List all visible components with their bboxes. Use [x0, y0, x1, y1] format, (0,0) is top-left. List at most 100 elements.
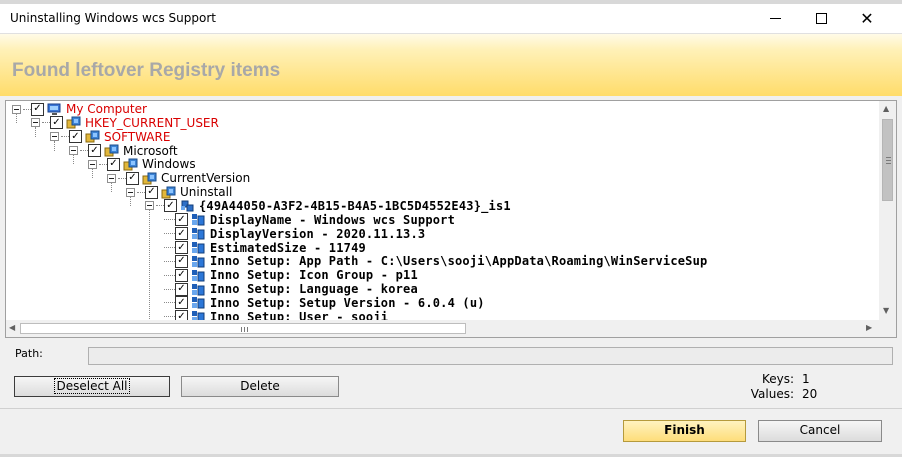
- tree-connector: [61, 136, 69, 138]
- collapse-icon[interactable]: [31, 118, 40, 128]
- registry-folder-icon: [123, 158, 138, 171]
- collapse-icon[interactable]: [12, 104, 21, 114]
- collapse-icon[interactable]: [69, 146, 78, 156]
- computer-icon: [47, 103, 62, 116]
- tree-connector: [42, 122, 50, 124]
- tree-connector: [164, 219, 175, 221]
- path-label: Path:: [15, 347, 43, 360]
- tree-node-label: {49A44050-A3F2-4B15-B4A5-1BC5D4552E43}_i…: [199, 198, 511, 213]
- tree-node-checkbox[interactable]: ✓: [50, 116, 63, 130]
- tree-guide-line: [149, 209, 150, 320]
- registry-value-icon: [191, 241, 206, 254]
- deselect-all-button[interactable]: Deselect All: [14, 376, 170, 397]
- tree-node-label: EstimatedSize - 11749: [210, 240, 366, 255]
- finish-button[interactable]: Finish: [623, 420, 746, 442]
- registry-folder-icon: [142, 172, 157, 185]
- tree-node[interactable]: ✓ Microsoft: [69, 144, 178, 158]
- tree-node[interactable]: ✓ Inno Setup: User - sooji: [164, 310, 388, 320]
- tree-connector: [23, 108, 31, 110]
- tree-node-checkbox[interactable]: ✓: [69, 130, 82, 144]
- tree-connector: [164, 288, 175, 290]
- tree-connector: [80, 150, 88, 152]
- tree-node-checkbox[interactable]: ✓: [175, 227, 188, 241]
- scroll-up-icon[interactable]: ▲: [883, 104, 889, 113]
- tree-node-checkbox[interactable]: ✓: [31, 102, 44, 116]
- registry-value-icon: [191, 269, 206, 282]
- header-banner: Found leftover Registry items: [0, 34, 902, 96]
- tree-node-checkbox[interactable]: ✓: [175, 282, 188, 296]
- tree-node-checkbox[interactable]: ✓: [145, 185, 158, 199]
- tree-node[interactable]: ✓ Inno Setup: Icon Group - p11: [164, 268, 418, 282]
- horizontal-scrollbar[interactable]: ◀ ▶: [6, 320, 879, 337]
- tree-connector: [164, 260, 175, 262]
- keys-label: Keys:: [761, 372, 794, 386]
- registry-folder-icon: [85, 130, 100, 143]
- tree-node[interactable]: ✓ {49A44050-A3F2-4B15-B4A5-1BC5D4552E43}_…: [145, 199, 511, 213]
- keys-value: 1: [802, 372, 810, 386]
- collapse-icon[interactable]: [107, 173, 116, 183]
- tree-connector: [164, 302, 175, 304]
- title-bar: Uninstalling Windows wcs Support ✕: [0, 4, 902, 34]
- registry-tree-panel: ✓ My Computer ✓ HKEY_CURRENT_USER ✓ SOFTWARE ✓…: [5, 100, 897, 338]
- values-label: Values:: [750, 387, 794, 401]
- collapse-icon[interactable]: [126, 187, 135, 197]
- tree-node-checkbox[interactable]: ✓: [175, 268, 188, 282]
- grip-line: [886, 160, 891, 161]
- cancel-button[interactable]: Cancel: [758, 420, 882, 442]
- maximize-button[interactable]: [798, 4, 844, 33]
- tree-node[interactable]: ✓ Inno Setup: Setup Version - 6.0.4 (u): [164, 296, 485, 310]
- tree-node[interactable]: ✓ EstimatedSize - 11749: [164, 241, 366, 255]
- tree-connector: [156, 205, 164, 207]
- path-field: [88, 347, 893, 365]
- tree-node-checkbox[interactable]: ✓: [175, 241, 188, 254]
- scroll-right-icon[interactable]: ▶: [866, 323, 872, 332]
- tree-node-checkbox[interactable]: ✓: [126, 171, 139, 185]
- horizontal-scroll-thumb[interactable]: [20, 323, 466, 334]
- tree-node[interactable]: ✓ DisplayVersion - 2020.11.13.3: [164, 227, 425, 241]
- header-title: Found leftover Registry items: [12, 60, 281, 81]
- registry-tree[interactable]: ✓ My Computer ✓ HKEY_CURRENT_USER ✓ SOFTWARE ✓…: [6, 101, 879, 320]
- grip-line: [886, 157, 891, 158]
- delete-button[interactable]: Delete: [181, 376, 339, 397]
- scroll-left-icon[interactable]: ◀: [9, 323, 15, 332]
- tree-node-label: Windows: [142, 157, 196, 172]
- tree-node-checkbox[interactable]: ✓: [164, 199, 177, 213]
- collapse-icon[interactable]: [88, 159, 97, 169]
- tree-node[interactable]: ✓ SOFTWARE: [50, 130, 170, 144]
- tree-node-checkbox[interactable]: ✓: [175, 296, 188, 310]
- tree-node[interactable]: ✓ HKEY_CURRENT_USER: [31, 116, 219, 130]
- tree-node-checkbox[interactable]: ✓: [175, 310, 188, 320]
- tree-node-checkbox[interactable]: ✓: [175, 213, 188, 227]
- tree-node-label: CurrentVersion: [161, 171, 251, 186]
- vertical-scrollbar[interactable]: ▲ ▼: [879, 101, 896, 320]
- tree-node[interactable]: ✓ Uninstall: [126, 185, 232, 199]
- registry-value-icon: [191, 283, 206, 296]
- tree-node-label: DisplayName - Windows wcs Support: [210, 212, 456, 227]
- tree-node[interactable]: ✓ CurrentVersion: [107, 171, 250, 185]
- close-button[interactable]: ✕: [844, 4, 890, 33]
- tree-node-checkbox[interactable]: ✓: [88, 144, 101, 158]
- collapse-icon[interactable]: [145, 201, 154, 211]
- tree-node-checkbox[interactable]: ✓: [175, 254, 188, 268]
- vertical-scroll-thumb[interactable]: [882, 119, 893, 201]
- tree-node-label: HKEY_CURRENT_USER: [85, 115, 219, 130]
- minimize-button[interactable]: [752, 4, 798, 33]
- registry-value-icon: [191, 213, 206, 226]
- maximize-icon: [815, 13, 827, 24]
- tree-node-checkbox[interactable]: ✓: [107, 157, 120, 171]
- tree-connector: [118, 177, 126, 179]
- window-title: Uninstalling Windows wcs Support: [10, 11, 216, 25]
- tree-node[interactable]: ✓ Windows: [88, 157, 196, 171]
- tree-node[interactable]: ✓ My Computer: [12, 102, 147, 116]
- tree-node[interactable]: ✓ Inno Setup: App Path - C:\Users\sooji\A…: [164, 254, 707, 268]
- tree-node-label: My Computer: [66, 102, 147, 116]
- registry-value-icon: [191, 310, 206, 320]
- tree-node-label: Uninstall: [180, 185, 233, 200]
- registry-value-icon: [191, 255, 206, 268]
- tree-node[interactable]: ✓ DisplayName - Windows wcs Support: [164, 213, 455, 227]
- scroll-down-icon[interactable]: ▼: [883, 306, 889, 315]
- collapse-icon[interactable]: [50, 132, 59, 142]
- scroll-corner: [879, 320, 896, 337]
- deselect-all-label: Deselect All: [53, 378, 131, 394]
- tree-node[interactable]: ✓ Inno Setup: Language - korea: [164, 282, 418, 296]
